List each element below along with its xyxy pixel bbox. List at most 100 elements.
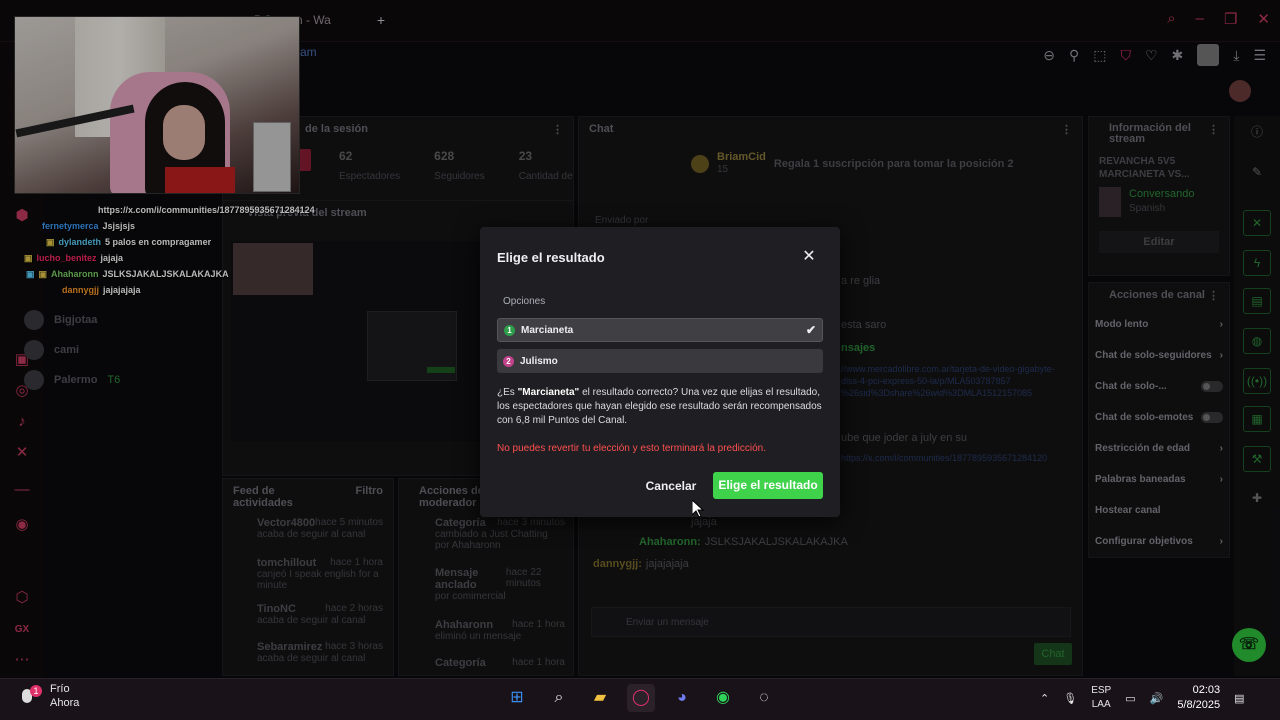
support-icon[interactable]: ☏	[1232, 628, 1266, 662]
option-number: 1	[504, 324, 515, 336]
overlay-chat-line: ▣ ▣ Ahaharonn JSLKSJAKALJSKALAKAJKA	[26, 268, 229, 280]
panel-menu-icon[interactable]: ⋮	[1208, 289, 1219, 303]
user-avatar[interactable]	[1229, 80, 1251, 102]
file-explorer-icon[interactable]: ▰	[586, 684, 614, 712]
lightning-icon[interactable]: ϟ	[1243, 250, 1271, 276]
toggle-switch[interactable]	[1201, 381, 1223, 392]
language-indicator[interactable]: ESP LAA	[1091, 684, 1111, 712]
channel-action-item[interactable]: Hostear canal	[1089, 495, 1229, 526]
mouse-cursor-icon	[691, 498, 705, 521]
overlay-chat-line: ▣ lucho_benitez jajaja	[24, 252, 124, 264]
snapshot-icon[interactable]: ⬚	[1093, 47, 1106, 64]
badge-icon: ▣	[38, 268, 48, 279]
pin-icon[interactable]: ⚲	[1069, 47, 1079, 64]
tiktok-icon[interactable]: ♪	[12, 412, 32, 432]
microphone-icon[interactable]: 🎙	[1063, 692, 1077, 705]
close-icon[interactable]: ✕	[1257, 10, 1270, 28]
app-icon[interactable]: ◌	[750, 684, 778, 712]
download-icon[interactable]: ⤓	[1233, 47, 1239, 64]
channel-action-item[interactable]: Chat de solo-...	[1089, 371, 1229, 402]
notifications-icon[interactable]: ▤	[1234, 692, 1244, 705]
chevron-right-icon: ›	[1219, 350, 1223, 361]
panel-menu-icon[interactable]: ⋮	[1208, 123, 1219, 145]
list-icon[interactable]: ▦	[1243, 406, 1271, 432]
quick-actions-rail	[1234, 116, 1280, 676]
toggle-switch[interactable]	[1201, 412, 1223, 423]
chat-link[interactable]: //www.mercadolibre.com.ar/tarjeta-de-vid…	[841, 363, 1055, 399]
chat-title: Chat	[589, 123, 614, 135]
opera-gx-icon[interactable]: ◯	[627, 684, 655, 712]
filter-button[interactable]: Filtro	[356, 485, 384, 505]
panel-menu-icon[interactable]: ⋮	[1061, 123, 1072, 137]
search-icon[interactable]: ⌕	[1167, 10, 1175, 28]
sidebar-user[interactable]: Bigjotaa	[24, 305, 204, 335]
weather-icon: 1	[18, 685, 42, 707]
gift-promo: Regala 1 suscripción para tomar la posic…	[773, 157, 1014, 170]
close-icon[interactable]: ✕	[801, 249, 817, 265]
extensions-icon[interactable]: ✱	[1172, 47, 1184, 64]
menu-icon[interactable]: ☰	[1253, 47, 1266, 64]
wrench-icon[interactable]: ⚒	[1243, 446, 1271, 472]
volume-icon[interactable]: 🔊	[1150, 692, 1164, 705]
option-number: 2	[503, 355, 514, 367]
badge-icon: ▣	[26, 268, 35, 279]
weather-widget[interactable]: 1 Frío Ahora	[18, 682, 79, 710]
mod-action-item: Ahaharonn hace 1 hora eliminó un mensaje	[435, 619, 565, 642]
channel-action-item[interactable]: Configurar objetivos ›	[1089, 526, 1229, 557]
hexagon-icon[interactable]: ⬡	[12, 588, 32, 608]
avatar	[24, 340, 44, 360]
channel-action-item[interactable]: Modo lento ›	[1089, 309, 1229, 340]
chat-input[interactable]: Enviar un mensaje	[591, 607, 1071, 637]
chat-send-button[interactable]: Chat	[1034, 643, 1072, 665]
more-icon[interactable]: ⋯	[12, 650, 32, 670]
option-marcianeta[interactable]: 1 Marcianeta ✔	[497, 318, 823, 342]
channel-action-item[interactable]: Chat de solo-seguidores ›	[1089, 340, 1229, 371]
gx-icon[interactable]: GX	[12, 620, 32, 640]
chevron-up-icon[interactable]: ⌃	[1040, 692, 1049, 705]
category-thumbnail	[1099, 187, 1121, 217]
checkmark-icon: ✔	[805, 323, 816, 337]
record-icon[interactable]: ◉	[12, 515, 32, 535]
shield-icon[interactable]: ⛉	[1120, 47, 1131, 64]
maximize-icon[interactable]: ❐	[1224, 10, 1237, 28]
tab2-fragment: am	[300, 45, 317, 59]
panel-menu-icon[interactable]: ⋮	[552, 123, 563, 137]
clock[interactable]: 02:03 5/8/2025	[1177, 683, 1220, 713]
option-label: Julismo	[520, 355, 558, 367]
cancel-button[interactable]: Cancelar	[640, 475, 702, 497]
sidebar-user[interactable]: cami	[24, 335, 204, 365]
minimize-icon[interactable]: –	[1196, 10, 1204, 28]
x-icon[interactable]: ✕	[12, 443, 32, 463]
feed-item: tomchillout hace 1 hora canjeó I speak eng…	[257, 557, 383, 591]
document-icon[interactable]: ▤	[1243, 288, 1271, 314]
screen: ● es5 Stream - Wa + am ⌕ – ❐ ✕ ⊖ ⚲ ⬚ ⛉ ♡…	[0, 0, 1280, 720]
options-label: Opciones	[503, 296, 546, 307]
add-icon[interactable]: ✚	[1243, 486, 1271, 512]
discord-icon[interactable]: ◕	[668, 684, 696, 712]
edit-icon[interactable]: ✎	[1243, 160, 1271, 186]
chat-link[interactable]: https://x.com/i/communities/187789593567…	[841, 453, 1047, 463]
heart-icon[interactable]: ♡	[1145, 47, 1158, 64]
spotify-icon[interactable]: ◉	[709, 684, 737, 712]
channel-action-item[interactable]: Restricción de edad ›	[1089, 433, 1229, 464]
info-icon[interactable]: ⓘ	[1243, 120, 1271, 146]
overlay-chat-line: dannygjj jajajajaja	[62, 285, 141, 295]
channel-action-item[interactable]: Chat de solo-emotes	[1089, 402, 1229, 433]
preview-button	[427, 367, 455, 373]
zoom-out-icon[interactable]: ⊖	[1043, 47, 1055, 64]
new-tab-icon[interactable]: +	[377, 12, 385, 28]
chat-bubble-icon[interactable]: ◍	[1243, 328, 1271, 354]
confirm-result-button[interactable]: Elige el resultado	[713, 472, 823, 499]
option-julismo[interactable]: 2 Julismo	[497, 349, 823, 373]
profile-avatar[interactable]	[1197, 44, 1220, 66]
network-icon[interactable]: ▭	[1125, 692, 1135, 705]
sidebar-user[interactable]: Palermo T6	[24, 365, 204, 395]
option-label: Marcianeta	[521, 324, 574, 336]
channel-action-item[interactable]: Palabras baneadas ›	[1089, 464, 1229, 495]
windows-start-icon[interactable]: ⊞	[503, 684, 531, 712]
edit-button[interactable]: Editar	[1099, 231, 1219, 253]
taskbar-search-icon[interactable]: ⌕	[545, 684, 573, 712]
broadcast-icon[interactable]: ((•))	[1243, 368, 1271, 394]
overlay-chat-line: fernetymerca Jsjsjsjs	[42, 221, 136, 231]
quick-action-icon[interactable]: ✕	[1243, 210, 1271, 236]
